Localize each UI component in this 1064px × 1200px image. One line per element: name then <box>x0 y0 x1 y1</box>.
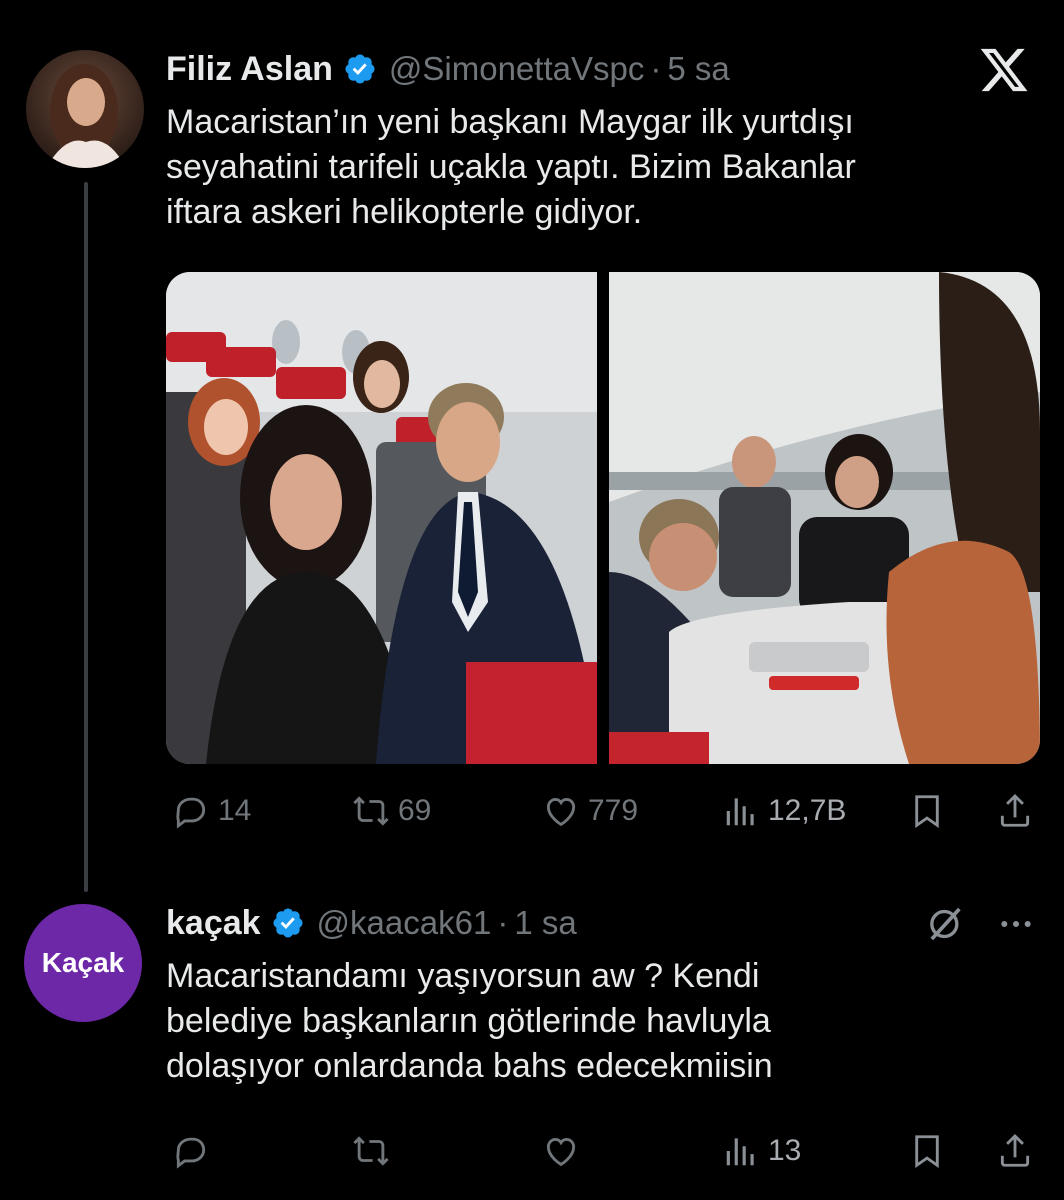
share-icon <box>1000 793 1030 827</box>
verified-badge-icon <box>345 54 375 84</box>
avatar-kacak[interactable]: Kaçak <box>24 904 142 1022</box>
views-button[interactable]: 13 <box>722 1132 801 1170</box>
share-icon <box>1000 1133 1030 1167</box>
reply-button[interactable] <box>172 1132 210 1170</box>
more-icon[interactable] <box>996 904 1036 944</box>
bookmark-button[interactable] <box>908 1132 946 1170</box>
share-button[interactable] <box>996 792 1034 830</box>
like-count: 779 <box>588 794 639 827</box>
verified-badge-icon <box>273 908 303 938</box>
tweet-text: Macaristan’ın yeni başkanı Maygar ilk yu… <box>166 100 856 235</box>
like-button[interactable]: 779 <box>542 792 638 830</box>
photo-airplane-cabin-group[interactable] <box>166 272 597 764</box>
author-handle[interactable]: @kaacak61 <box>317 904 492 942</box>
tweet-text-line: Macaristandamı yaşıyorsun aw ? Kendi <box>166 957 760 995</box>
reply-icon <box>176 797 206 829</box>
views-button[interactable]: 12,7B <box>722 792 846 830</box>
like-button[interactable] <box>542 1132 580 1170</box>
author-handle[interactable]: @SimonettaVspc <box>389 50 644 88</box>
bookmark-icon <box>915 795 939 828</box>
tweet-text-line: seyahatini tarifeli uçakla yaptı. Bizim … <box>166 148 856 186</box>
reply-count: 14 <box>218 794 252 827</box>
timestamp[interactable]: 1 sa <box>514 904 576 942</box>
views-icon <box>726 1138 754 1166</box>
author-name[interactable]: kaçak <box>166 904 261 943</box>
repost-count: 69 <box>398 794 432 827</box>
tweet-text-line: Macaristan’ın yeni başkanı Maygar ilk yu… <box>166 103 854 141</box>
tweet-text: Macaristandamı yaşıyorsun aw ? Kendi bel… <box>166 954 773 1089</box>
reply-icon <box>176 1137 206 1169</box>
author-name[interactable]: Filiz Aslan <box>166 50 333 89</box>
repost-icon <box>353 796 389 826</box>
grok-icon[interactable] <box>926 904 966 944</box>
avatar-label: Kaçak <box>41 947 125 978</box>
like-icon <box>546 1138 576 1167</box>
repost-button[interactable] <box>352 1132 390 1170</box>
share-button[interactable] <box>996 1132 1034 1170</box>
bookmark-button[interactable] <box>908 792 946 830</box>
separator-dot: · <box>650 50 662 87</box>
views-count: 13 <box>768 1134 802 1167</box>
repost-button[interactable]: 69 <box>352 792 431 830</box>
separator-dot: · <box>497 904 509 941</box>
tweet-text-line: dolaşıyor onlardanda bahs edecekmiisin <box>166 1047 773 1085</box>
timestamp[interactable]: 5 sa <box>667 50 729 88</box>
thread-line <box>84 182 88 892</box>
photo-airplane-aisle[interactable] <box>609 272 1040 764</box>
tweet-media[interactable] <box>166 272 1040 764</box>
avatar-filiz-aslan[interactable] <box>26 50 144 168</box>
repost-icon <box>353 1136 389 1166</box>
bookmark-icon <box>915 1135 939 1168</box>
like-icon <box>546 798 576 827</box>
reply-button[interactable]: 14 <box>172 792 251 830</box>
x-logo-icon[interactable] <box>978 44 1030 96</box>
views-icon <box>726 798 754 826</box>
tweet-text-line: iftara askeri helikopterle gidiyor. <box>166 193 643 231</box>
tweet-text-line: belediye başkanların götlerinde havluyla <box>166 1002 771 1040</box>
views-count: 12,7B <box>768 794 847 827</box>
